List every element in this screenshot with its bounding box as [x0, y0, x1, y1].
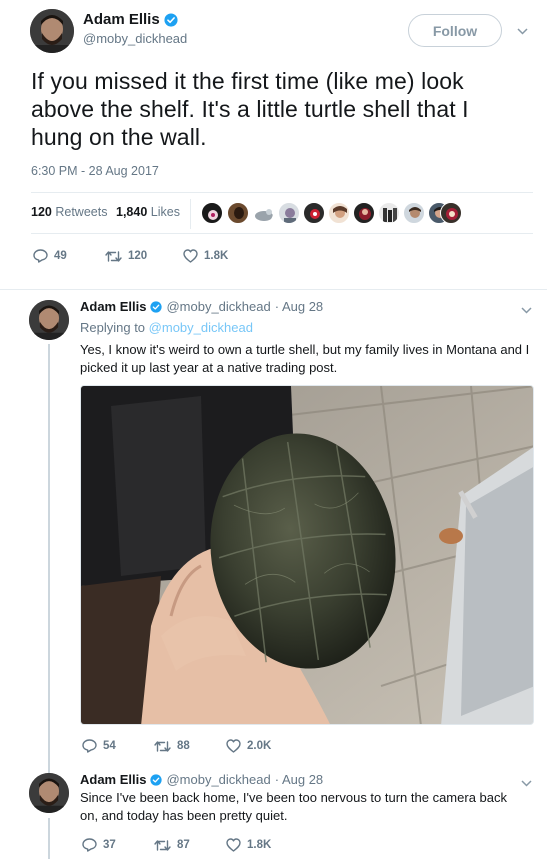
turtle-shell-photo [81, 386, 533, 724]
reply-button[interactable]: 54 [82, 739, 154, 753]
likes-label: Likes [150, 205, 180, 219]
avatar[interactable] [30, 9, 74, 53]
verified-badge-icon [150, 300, 163, 313]
reply-icon [33, 249, 48, 263]
liker-avatar[interactable] [201, 202, 223, 224]
like-count: 1.8K [204, 250, 229, 262]
avatar[interactable] [29, 300, 69, 340]
heart-icon [226, 739, 241, 753]
liker-avatar[interactable] [227, 202, 249, 224]
liker-avatar[interactable] [252, 202, 274, 224]
author-handle[interactable]: @moby_dickhead [166, 299, 270, 314]
tweet-photo[interactable] [80, 385, 534, 725]
tweet-actions: 49 120 1.8K [33, 249, 228, 263]
retweet-count: 88 [177, 740, 190, 752]
tweet-text: Yes, I know it's weird to own a turtle s… [80, 342, 530, 375]
retweet-icon [154, 839, 171, 851]
reply-icon [82, 739, 97, 753]
tweet-timestamp[interactable]: 6:30 PM - 28 Aug 2017 [31, 164, 159, 178]
tweet-text: Since I've been back home, I've been too… [80, 790, 507, 823]
likes-count: 1,840 [116, 205, 148, 219]
replying-to: Replying to @moby_dickhead [80, 320, 253, 335]
author-handle[interactable]: @moby_dickhead [83, 31, 187, 46]
tweet-text: If you missed it the first time (like me… [31, 68, 469, 150]
replying-to-link[interactable]: @moby_dickhead [149, 320, 253, 335]
author-name-text[interactable]: Adam Ellis [83, 11, 160, 28]
divider [0, 289, 547, 290]
reply-count: 49 [54, 250, 67, 262]
author-name[interactable]: Adam Ellis [83, 11, 178, 28]
reply-header: Adam Ellis @moby_dickhead · Aug 28 [80, 299, 323, 314]
chevron-down-icon[interactable] [517, 24, 528, 38]
liker-avatar[interactable] [328, 202, 350, 224]
tweet-actions: 37 87 1.8K [82, 838, 271, 852]
author-handle[interactable]: @moby_dickhead [166, 772, 270, 787]
retweets-stat[interactable]: 120 Retweets [31, 205, 107, 219]
reply-button[interactable]: 37 [82, 838, 154, 852]
retweets-label: Retweets [55, 205, 108, 219]
retweet-icon [105, 250, 122, 262]
chevron-down-icon[interactable] [521, 303, 532, 317]
liker-avatar[interactable] [353, 202, 375, 224]
like-button[interactable]: 1.8K [226, 838, 271, 852]
retweet-button[interactable]: 87 [154, 839, 226, 852]
reply-header: Adam Ellis @moby_dickhead · Aug 28 [80, 772, 323, 787]
liker-avatar[interactable] [378, 202, 400, 224]
liker-avatar[interactable] [303, 202, 325, 224]
stats-divider [190, 199, 191, 229]
tweet-date[interactable]: · Aug 28 [275, 299, 323, 314]
author-name-text[interactable]: Adam Ellis [80, 299, 146, 314]
follow-button[interactable]: Follow [408, 14, 502, 47]
reply-icon [82, 838, 97, 852]
likes-stat[interactable]: 1,840 Likes [116, 205, 180, 219]
like-count: 1.8K [247, 839, 272, 851]
tweet-stats: 120 Retweets 1,840 Likes [31, 192, 533, 234]
main-tweet: Adam Ellis @moby_dickhead Follow If you … [0, 0, 547, 289]
reply-count: 37 [103, 839, 116, 851]
like-button[interactable]: 2.0K [226, 739, 271, 753]
retweet-count: 120 [128, 250, 148, 262]
author-name-text[interactable]: Adam Ellis [80, 772, 146, 787]
replying-to-label: Replying to [80, 320, 146, 335]
retweet-button[interactable]: 120 [105, 250, 183, 263]
liker-avatar[interactable] [440, 202, 462, 224]
verified-badge-icon [164, 12, 178, 27]
retweets-count: 120 [31, 205, 52, 219]
reply-button[interactable]: 49 [33, 249, 105, 263]
chevron-down-icon[interactable] [521, 776, 532, 790]
like-count: 2.0K [247, 740, 272, 752]
like-button[interactable]: 1.8K [183, 249, 228, 263]
retweet-icon [154, 740, 171, 752]
retweet-count: 87 [177, 839, 190, 851]
heart-icon [183, 249, 198, 263]
heart-icon [226, 838, 241, 852]
liker-avatar[interactable] [403, 202, 425, 224]
retweet-button[interactable]: 88 [154, 740, 226, 753]
thread-line [48, 344, 50, 779]
thread-line [48, 818, 50, 859]
tweet-date[interactable]: · Aug 28 [275, 772, 323, 787]
avatar[interactable] [29, 773, 69, 813]
liker-avatar[interactable] [278, 202, 300, 224]
verified-badge-icon [150, 773, 163, 786]
reply-count: 54 [103, 740, 116, 752]
tweet-actions: 54 88 2.0K [82, 739, 271, 753]
